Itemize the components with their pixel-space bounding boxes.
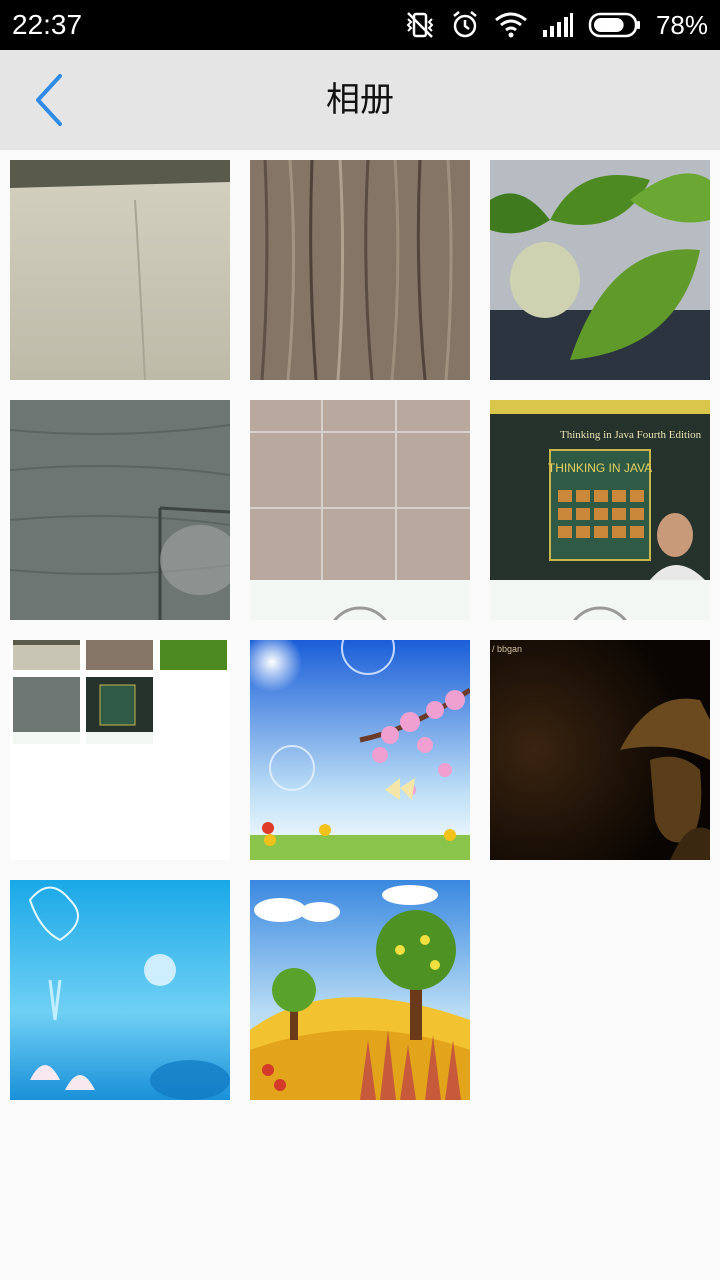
vibrate-off-icon bbox=[404, 10, 436, 40]
nav-bar: 相册 bbox=[0, 50, 720, 150]
portrait-caption: / bbgan bbox=[492, 644, 522, 654]
photo-dark-portrait[interactable]: / bbgan bbox=[490, 640, 710, 860]
battery-percent: 78% bbox=[655, 9, 708, 40]
status-bar: 22:37 78% bbox=[0, 0, 720, 50]
photo-plant-leaves[interactable] bbox=[490, 160, 710, 380]
status-icons: 78% bbox=[404, 8, 708, 42]
back-button[interactable] bbox=[20, 68, 80, 132]
battery-icon bbox=[588, 11, 642, 39]
photo-gray-floor[interactable] bbox=[10, 400, 230, 620]
photo-blue-lotus[interactable] bbox=[10, 880, 230, 1100]
book-title-text: THINKING IN JAVA bbox=[548, 461, 652, 475]
book-edition-text: Thinking in Java Fourth Edition bbox=[560, 429, 702, 441]
wifi-icon bbox=[494, 11, 528, 39]
photo-collage[interactable] bbox=[10, 640, 230, 860]
photo-flower-butterfly[interactable] bbox=[250, 640, 470, 860]
alarm-icon bbox=[450, 10, 480, 40]
page-title: 相册 bbox=[326, 80, 394, 120]
photo-tile-grid[interactable] bbox=[250, 400, 470, 620]
photo-cartoon-landscape[interactable] bbox=[250, 880, 470, 1100]
photo-cardboard[interactable] bbox=[10, 160, 230, 380]
photo-wood-grain[interactable] bbox=[250, 160, 470, 380]
photo-java-book[interactable]: Thinking in Java Fourth Edition THINKING… bbox=[490, 400, 710, 620]
chevron-left-icon bbox=[36, 74, 62, 126]
status-time: 22:37 bbox=[12, 9, 83, 40]
signal-icon bbox=[542, 12, 574, 38]
